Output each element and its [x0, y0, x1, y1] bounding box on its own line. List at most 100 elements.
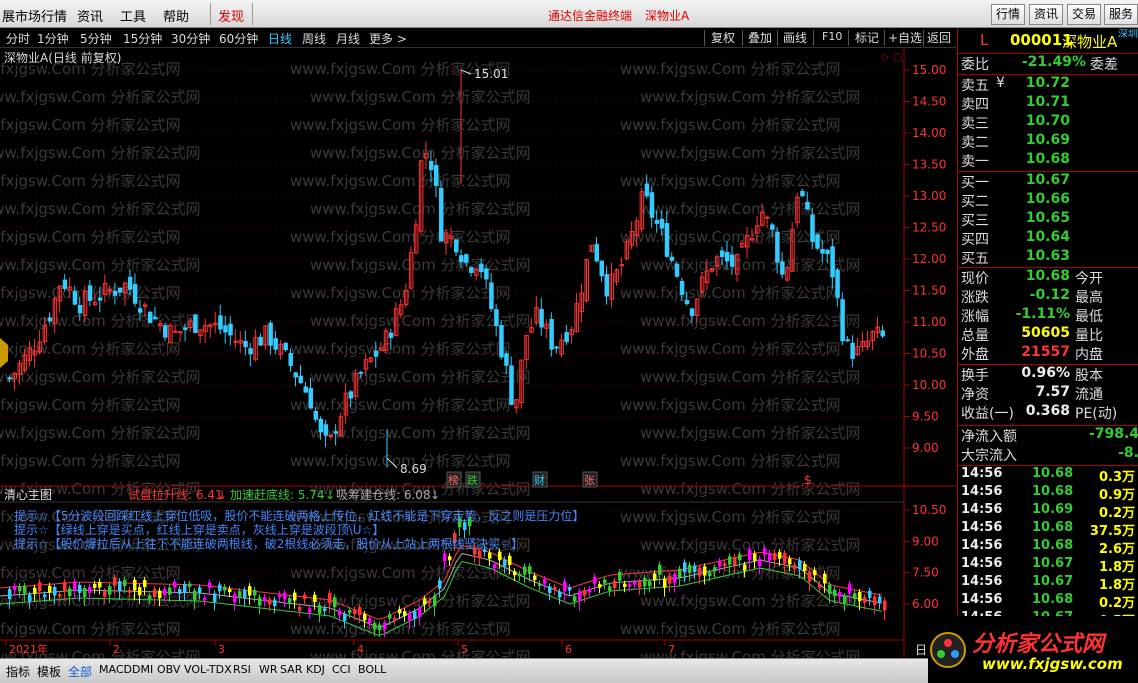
candle-body: [318, 418, 324, 433]
tick-row[interactable]: 14:56 10.68 2.6万: [958, 538, 1138, 557]
sub-candle-body: [113, 577, 117, 586]
sub-candle-body: [103, 591, 107, 597]
sub-candle-body: [523, 566, 527, 575]
buy-row: 买一 10.67: [958, 172, 1138, 191]
sub-candle-body: [883, 600, 887, 611]
candle-body: [594, 244, 600, 262]
watermark-text: www.fxjgsw.Com 分析家公式网: [310, 368, 531, 386]
sub-candle-body: [98, 581, 102, 588]
tick-row[interactable]: 14:56 10.67 1.8万: [958, 556, 1138, 575]
stat2-row: 净资 7.57 流通: [958, 384, 1138, 403]
sub-candle-body: [53, 587, 57, 596]
period-fenshi[interactable]: 分时: [6, 30, 30, 47]
tab-macd[interactable]: MACD: [99, 663, 132, 676]
news-button[interactable]: 资讯: [1029, 4, 1063, 25]
tick-volume: 0.3万: [1098, 470, 1135, 485]
market-tag: 深圳: [1118, 29, 1138, 40]
candle-body: [163, 325, 168, 338]
sub-candle-body: [203, 597, 207, 601]
tab-indicator[interactable]: 指标: [6, 663, 30, 680]
flow-label: 大宗流入: [961, 448, 1017, 464]
candle-body: [719, 250, 725, 257]
back-button[interactable]: 返回: [927, 29, 951, 47]
tick-row[interactable]: 14:56 10.68 0.9万: [958, 484, 1138, 503]
add-favorite-button[interactable]: +自选: [888, 29, 922, 47]
candle-body: [564, 332, 569, 343]
menu-market[interactable]: 展市场行情: [2, 6, 67, 25]
tab-sar[interactable]: SAR: [280, 663, 302, 676]
period-daily[interactable]: 日线: [268, 30, 292, 47]
period-5min[interactable]: 5分钟: [80, 30, 112, 47]
overlay-button[interactable]: 叠加: [748, 29, 772, 47]
candle-body: [152, 316, 158, 320]
tab-template[interactable]: 模板: [37, 663, 61, 680]
tab-obv[interactable]: OBV: [157, 663, 180, 676]
menu-tools[interactable]: 工具: [120, 6, 146, 25]
tick-time: 14:56: [961, 502, 1003, 517]
service-button[interactable]: 服务: [1104, 4, 1138, 25]
f10-button[interactable]: F10: [822, 30, 842, 48]
period-monthly[interactable]: 月线: [336, 30, 360, 47]
sub-candle-body: [618, 571, 622, 581]
mark-button[interactable]: 标记: [855, 29, 879, 47]
fuquan-button[interactable]: 复权: [711, 29, 735, 47]
period-1min[interactable]: 1分钟: [37, 30, 69, 47]
stat-value: 21557: [1021, 344, 1070, 360]
buy-row: 买三 10.65: [958, 210, 1138, 229]
toolbar-separator: [848, 30, 849, 46]
tab-kdj[interactable]: KDJ: [306, 663, 325, 676]
period-60min[interactable]: 60分钟: [219, 30, 258, 47]
watermark-text: www.fxjgsw.Com 分析家公式网: [290, 116, 511, 134]
stock-header: L 000011 深物业A 深圳: [958, 29, 1138, 53]
period-weekly[interactable]: 周线: [302, 30, 326, 47]
tick-price: 10.68: [1032, 466, 1074, 481]
candle-body: [313, 410, 319, 420]
candle-body: [775, 231, 780, 263]
menu-news[interactable]: 资讯: [77, 6, 103, 25]
candle-body: [820, 249, 825, 254]
tab-all[interactable]: 全部: [68, 663, 92, 680]
price-tick-label: 14.50: [912, 95, 946, 109]
diamond-icon[interactable]: ◇: [881, 52, 889, 63]
tick-row[interactable]: 14:56 10.68 0.2万: [958, 592, 1138, 611]
trade-button[interactable]: 交易: [1067, 4, 1101, 25]
sub-candle-body: [358, 607, 362, 615]
period-15min[interactable]: 15分钟: [123, 30, 162, 47]
quote-button[interactable]: 行情: [991, 4, 1025, 25]
candle-body: [348, 391, 354, 399]
tab-dmi[interactable]: DMI: [132, 663, 153, 676]
tick-row[interactable]: 14:56 10.69 0.2万: [958, 502, 1138, 521]
tick-row[interactable]: 14:56 10.68 0.3万: [958, 466, 1138, 485]
buy-row: 买二 10.66: [958, 191, 1138, 210]
sub-candle-body: [93, 583, 97, 588]
stat-row: 总量 50605 量比: [958, 325, 1138, 344]
candle-body: [554, 346, 559, 349]
sub-candle-body: [568, 587, 572, 591]
tab-vol-tdx[interactable]: VOL-TDX: [184, 663, 232, 676]
candle-body: [599, 260, 605, 277]
candle-body: [428, 160, 434, 171]
square-icon[interactable]: □: [893, 52, 902, 63]
tick-row[interactable]: 14:56 10.67 1.8万: [958, 574, 1138, 593]
kline-chart-area[interactable]: www.fxjgsw.Com 分析家公式网 www.fxjgsw.Com 分析家公…: [0, 48, 956, 658]
tab-boll[interactable]: BOLL: [358, 663, 386, 676]
menu-discover[interactable]: 发现: [218, 6, 244, 25]
period-30min[interactable]: 30分钟: [171, 30, 210, 47]
draw-button[interactable]: 画线: [783, 29, 807, 47]
sub-tick-label: 7.50: [912, 566, 939, 580]
menu-help[interactable]: 帮助: [163, 6, 189, 25]
tip-line-3: 提示☆【股价爆拉后从上往下不能连破两根线，破2根线必须走，股价从上站上两根线坚决…: [14, 536, 523, 551]
sub-candle-body: [688, 564, 692, 573]
sub-candle-body: [733, 557, 737, 566]
period-more[interactable]: 更多 >: [369, 30, 407, 47]
sub-candle-body: [843, 596, 847, 604]
candle-body: [649, 192, 655, 218]
tab-wr[interactable]: WR: [259, 663, 278, 676]
tick-row[interactable]: 14:56 10.68 37.5万: [958, 520, 1138, 539]
sub-candle-body: [858, 591, 862, 602]
candle-body: [644, 183, 650, 197]
candle-body: [469, 267, 474, 273]
sub-candle-body: [748, 549, 752, 561]
tab-rsi[interactable]: RSI: [233, 663, 251, 676]
tab-cci[interactable]: CCI: [332, 663, 351, 676]
